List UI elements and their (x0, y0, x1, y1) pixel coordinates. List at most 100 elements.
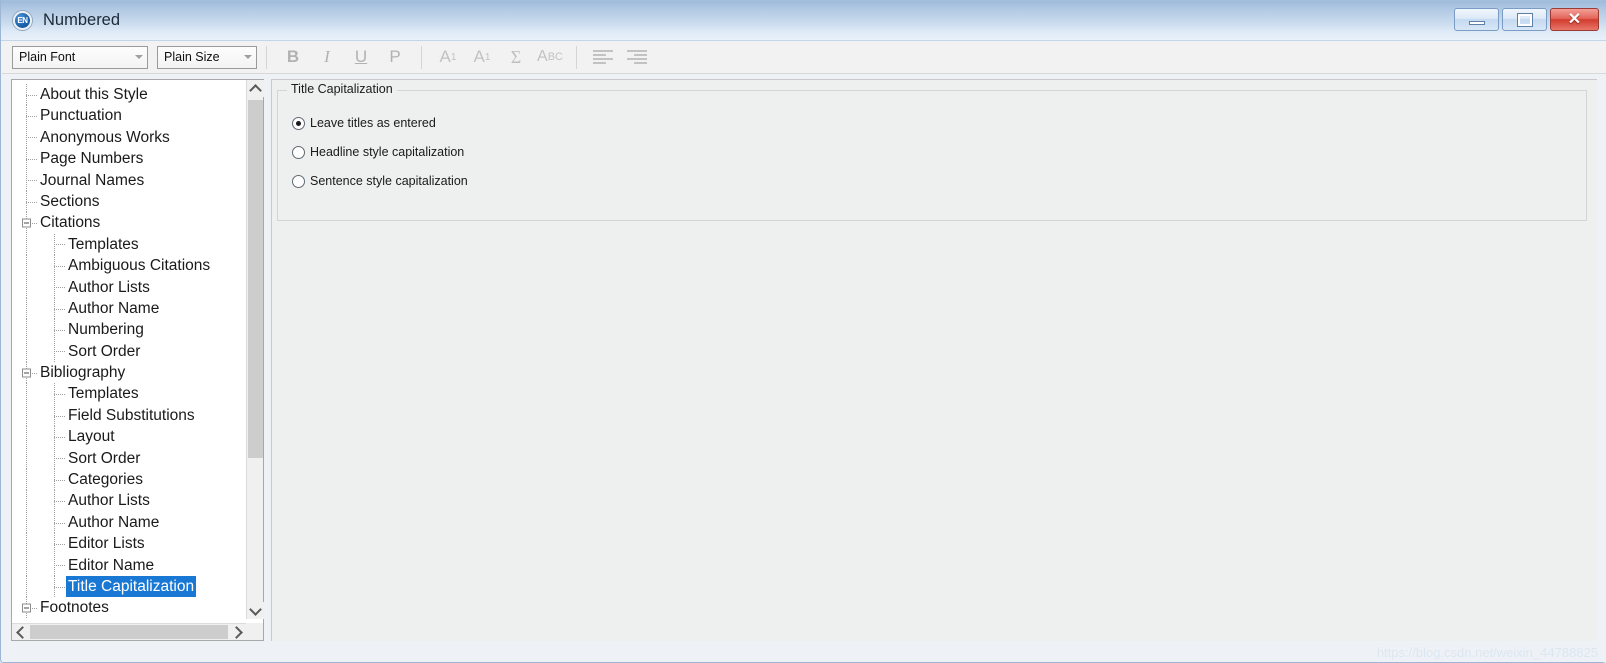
tree-item[interactable]: Field Substitutions (12, 404, 246, 427)
horizontal-scroll-thumb[interactable] (30, 625, 228, 639)
radio-option[interactable]: Sentence style capitalization (292, 174, 468, 188)
tree-item[interactable]: Author Name (12, 297, 246, 320)
radio-button[interactable] (292, 116, 305, 130)
subscript-button[interactable]: A1 (469, 44, 495, 70)
smallcaps-button[interactable]: A BC (537, 44, 563, 70)
tree-guide-line (26, 233, 27, 256)
tree-item[interactable]: Sort Order (12, 447, 246, 470)
title-bar: EN Numbered ✕ (1, 0, 1606, 41)
tree-collapse-toggle[interactable] (22, 368, 31, 378)
title-capitalization-group: Title Capitalization Leave titles as ent… (277, 82, 1587, 221)
radio-option[interactable]: Leave titles as entered (292, 116, 436, 130)
tree-collapse-toggle[interactable] (22, 218, 31, 228)
subscript-mark: 1 (484, 51, 491, 63)
chevron-up-icon (249, 83, 262, 97)
scroll-down-button[interactable] (247, 602, 264, 619)
chevron-down-icon[interactable] (239, 47, 256, 68)
vertical-scroll-thumb[interactable] (248, 100, 263, 458)
align-right-button[interactable] (624, 44, 650, 70)
tree-guide-line (26, 447, 27, 470)
tree-item[interactable]: Title Capitalization (12, 575, 246, 598)
scroll-right-button[interactable] (229, 624, 246, 640)
tree-item[interactable]: Page Numbers (12, 148, 246, 170)
symbol-button[interactable]: Σ (503, 44, 529, 70)
minimize-button[interactable] (1454, 8, 1499, 31)
tree-guide-line (26, 255, 27, 277)
chevron-right-icon (229, 625, 243, 639)
tree-item[interactable]: Layout (12, 426, 246, 448)
tree-collapse-toggle[interactable] (22, 603, 31, 613)
font-combo[interactable]: Plain Font (12, 45, 148, 69)
tree-connector-line (54, 244, 65, 246)
scroll-up-button[interactable] (247, 80, 264, 97)
scroll-left-button[interactable] (12, 624, 29, 640)
group-title: Title Capitalization (287, 82, 397, 96)
radio-label: Headline style capitalization (310, 145, 465, 159)
tree-item[interactable]: Anonymous Works (12, 126, 246, 149)
tree-connector-line (54, 308, 65, 310)
tree-item[interactable]: Editor Name (12, 554, 246, 576)
tree-item[interactable]: Footnotes (12, 597, 246, 619)
maximize-icon (1516, 12, 1533, 27)
tree-item[interactable]: Editor Lists (12, 533, 246, 555)
tree-vertical-scrollbar[interactable] (246, 80, 264, 619)
tree-scroll-area: About this Style Punctuation Anonymous Wor… (12, 80, 246, 619)
tree-item-label: Author Name (68, 513, 160, 531)
endnote-en-icon: EN (13, 10, 32, 30)
tree-indent (12, 319, 66, 341)
tree-item[interactable]: Numbering (12, 319, 246, 341)
tree-item[interactable]: Ambiguous Citations (12, 255, 246, 277)
superscript-button[interactable]: A1 (435, 44, 461, 70)
align-left-button[interactable] (590, 44, 616, 70)
minimize-icon (1468, 21, 1485, 25)
tree-indent (12, 490, 66, 512)
tree-indent (12, 105, 38, 127)
tree-item[interactable]: About this Style (12, 84, 246, 106)
settings-panel: Title Capitalization Leave titles as ent… (271, 79, 1597, 641)
title-bar-left: EN Numbered (13, 8, 120, 32)
tree-item-label: Editor Lists (68, 535, 145, 553)
italic-button[interactable]: I (314, 44, 340, 70)
tree-item[interactable]: Author Name (12, 511, 246, 534)
tree-item-label: Sort Order (68, 449, 141, 467)
tree-item[interactable]: Templates (12, 383, 246, 405)
tree-item-label: Layout (68, 428, 115, 446)
chevron-down-icon[interactable] (130, 47, 147, 68)
subscript-base: A (473, 47, 485, 66)
tree-guide-line (26, 490, 27, 512)
tree-indent (12, 276, 66, 298)
tree-item[interactable]: Citations (12, 212, 246, 234)
tree-guide-line (26, 575, 27, 598)
tree-guide-line (26, 297, 27, 320)
tree-item[interactable]: Templates (12, 233, 246, 256)
bold-button[interactable]: B (280, 44, 306, 70)
tree-connector-line (54, 415, 65, 417)
radio-button[interactable] (292, 174, 305, 188)
tree-item[interactable]: Author Lists (12, 490, 246, 512)
radio-button[interactable] (292, 145, 305, 159)
underline-button[interactable]: U (348, 44, 374, 70)
size-combo-value: Plain Size (164, 50, 220, 64)
tree-item[interactable]: Sort Order (12, 340, 246, 363)
maximize-button[interactable] (1502, 8, 1547, 31)
tree-indent (12, 84, 38, 106)
tree-guide-line (26, 426, 27, 448)
tree-item[interactable]: Sections (12, 190, 246, 213)
size-combo[interactable]: Plain Size (157, 45, 257, 69)
tree-item[interactable]: Categories (12, 469, 246, 491)
application-window: EN Numbered ✕ Plain Font Plain Size B I … (0, 0, 1606, 663)
tree-item-label: About this Style (40, 86, 148, 103)
toolbar-separator (421, 45, 422, 69)
tree-indent (12, 469, 66, 491)
tree-connector-line (26, 158, 37, 160)
tree-item[interactable]: Author Lists (12, 276, 246, 298)
tree-item[interactable]: Journal Names (12, 169, 246, 191)
radio-option[interactable]: Headline style capitalization (292, 145, 464, 159)
tree-item[interactable]: Bibliography (12, 362, 246, 384)
plain-button[interactable]: P (382, 44, 408, 70)
style-tree: About this Style Punctuation Anonymous Wor… (12, 80, 246, 619)
tree-item[interactable]: Punctuation (12, 105, 246, 127)
close-button[interactable]: ✕ (1550, 8, 1599, 31)
tree-item-label: Author Lists (68, 278, 150, 296)
tree-horizontal-scrollbar[interactable] (12, 623, 263, 640)
